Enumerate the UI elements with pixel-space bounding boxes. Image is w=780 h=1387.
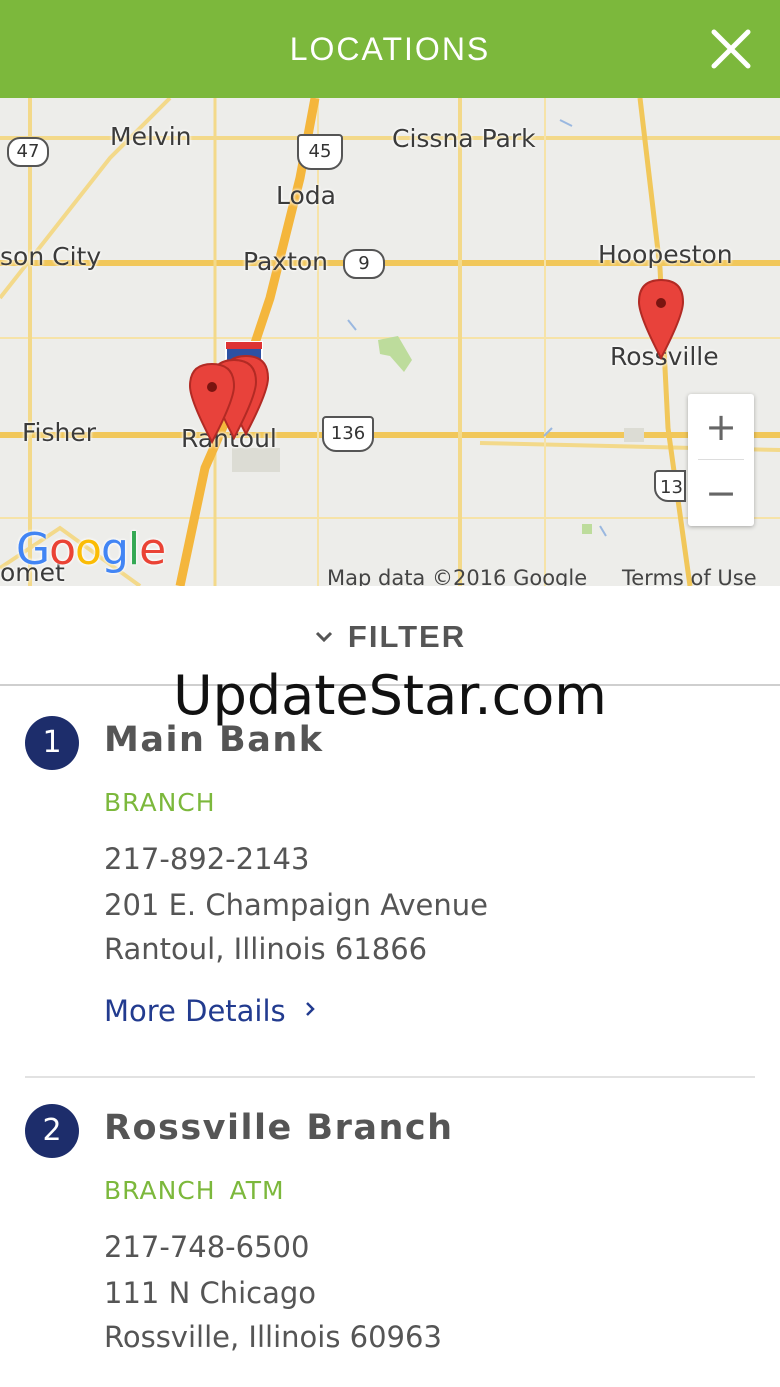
watermark: UpdateStar.com xyxy=(173,664,607,727)
zoom-out-button[interactable]: − xyxy=(688,460,754,526)
chevron-right-icon xyxy=(304,999,316,1024)
location-type: BRANCH xyxy=(104,788,230,817)
map-label-loda: Loda xyxy=(276,181,336,210)
close-button[interactable] xyxy=(710,28,752,70)
interstate-shield-icon xyxy=(225,341,263,371)
map-label-rossville: Rossville xyxy=(610,342,719,371)
location-type-tag: ATM xyxy=(229,1176,285,1205)
google-logo: Google xyxy=(16,524,166,575)
map-label-hoopeston: Hoopeston xyxy=(598,240,733,269)
map-label-fisher: Fisher xyxy=(22,418,97,447)
location-city: Rantoul, Illinois 61866 xyxy=(104,932,428,966)
location-type: BRANCH ATM xyxy=(104,1176,299,1205)
location-number-badge: 2 xyxy=(25,1104,79,1158)
zoom-in-button[interactable]: + xyxy=(688,394,754,460)
location-type-tag: BRANCH xyxy=(104,1176,216,1205)
location-city: Rossville, Illinois 60963 xyxy=(104,1320,442,1354)
header-bar: LOCATIONS xyxy=(0,0,780,98)
location-name: Rossville Branch xyxy=(104,1108,454,1148)
location-phone[interactable]: 217-748-6500 xyxy=(104,1230,309,1264)
zoom-control: + − xyxy=(688,394,754,526)
location-phone[interactable]: 217-892-2143 xyxy=(104,842,309,876)
location-type-tag: BRANCH xyxy=(104,788,216,817)
location-street: 111 N Chicago xyxy=(104,1276,317,1310)
location-name: Main Bank xyxy=(104,720,324,760)
route-shield-9: 9 xyxy=(343,249,385,279)
map-attribution: Map data ©2016 Google xyxy=(327,566,588,586)
more-details-label: More Details xyxy=(104,994,286,1028)
page-title: LOCATIONS xyxy=(289,31,491,67)
route-shield-136-east: 13 xyxy=(654,470,686,502)
map-label-melvin: Melvin xyxy=(110,122,192,151)
close-icon xyxy=(711,29,751,69)
route-shield-47: 47 xyxy=(7,137,49,167)
map-label-paxton: Paxton xyxy=(243,247,329,276)
more-details-link[interactable]: More Details xyxy=(104,994,316,1028)
route-shield-136: 136 xyxy=(322,416,374,452)
route-shield-45: 45 xyxy=(297,134,343,170)
location-street: 201 E. Champaign Avenue xyxy=(104,888,488,922)
map-label-gibson-city: son City xyxy=(0,242,102,271)
map-label-rantoul: Rantoul xyxy=(181,424,277,453)
map-view[interactable]: Melvin Cissna Park Loda son City Paxton … xyxy=(0,98,780,586)
location-divider xyxy=(25,1076,755,1078)
map-terms-link[interactable]: Terms of Use xyxy=(622,566,757,586)
map-label-cissna-park: Cissna Park xyxy=(392,124,536,153)
location-number-badge: 1 xyxy=(25,716,79,770)
